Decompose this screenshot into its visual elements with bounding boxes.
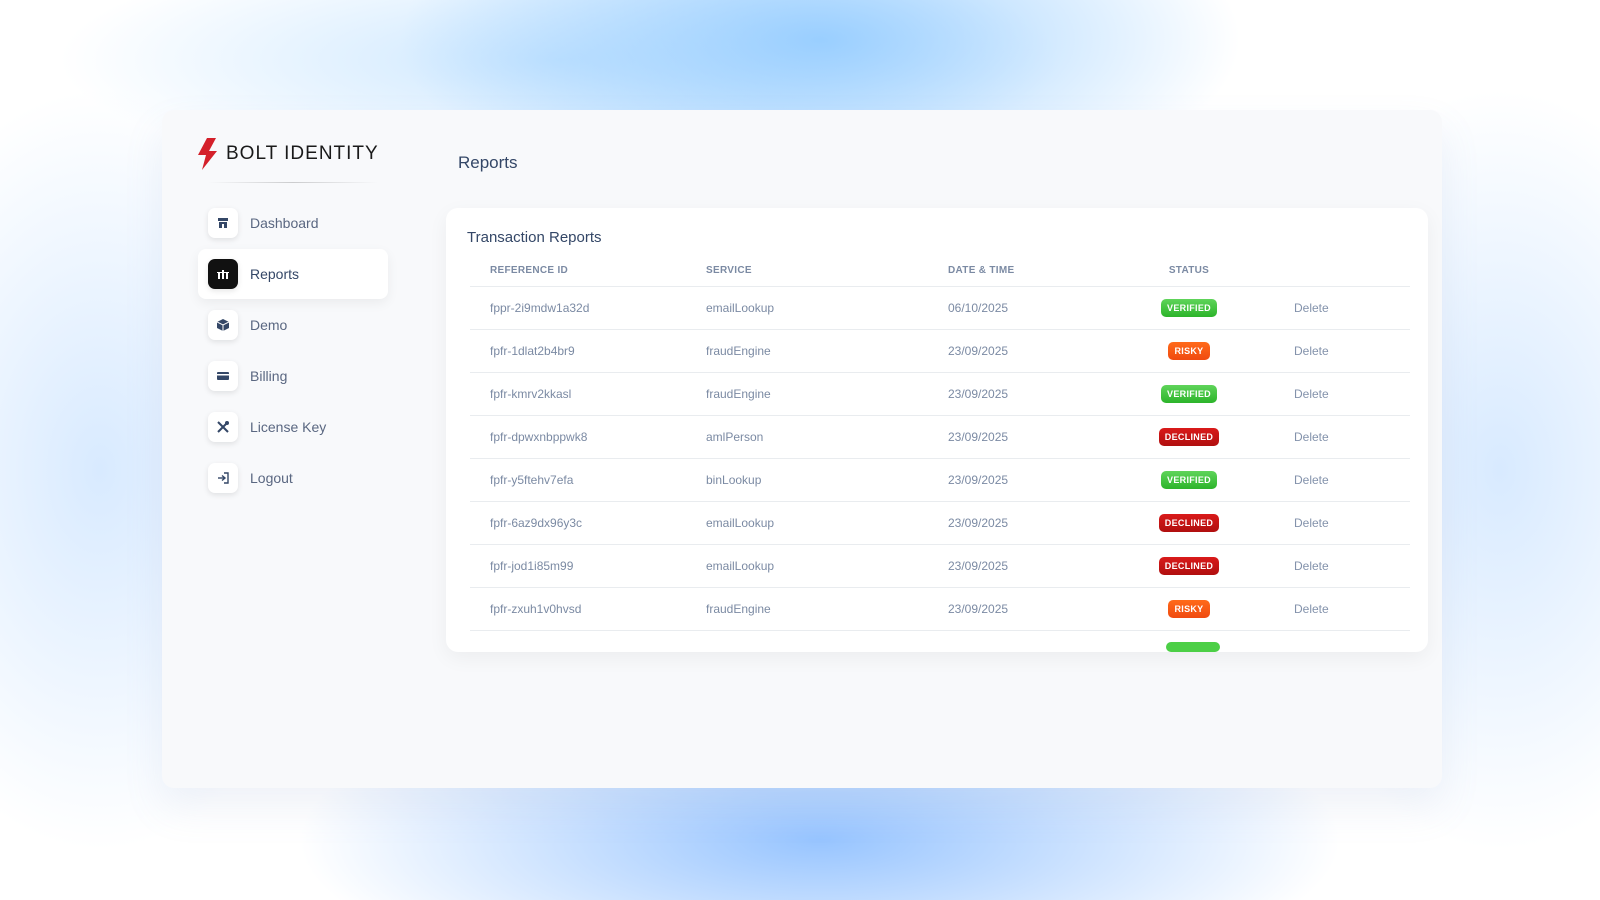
column-header-date-time: DATE & TIME [948, 256, 1124, 287]
bolt-icon [198, 138, 217, 170]
credit-card-icon [208, 361, 238, 391]
brand-logo[interactable]: BOLT IDENTITY [198, 138, 379, 170]
sidebar-item-reports[interactable]: Reports [198, 249, 388, 299]
table-row: fppr-2i9mdw1a32d emailLookup 06/10/2025 … [470, 286, 1410, 330]
reference-id: fppr-2i9mdw1a32d [470, 286, 706, 330]
sidebar-item-license-key[interactable]: License Key [198, 402, 388, 452]
service: binLookup [706, 458, 948, 502]
reference-id: fpfr-y5ftehv7efa [470, 458, 706, 502]
status-cell: VERIFIED [1124, 372, 1254, 416]
reference-id: fpfr-zxuh1v0hvsd [470, 587, 706, 631]
delete-button[interactable]: Delete [1254, 415, 1410, 459]
status-badge: DECLINED [1158, 556, 1220, 575]
date-time: 23/09/2025 [948, 544, 1124, 588]
service: fraudEngine [706, 329, 948, 373]
reports-table: REFERENCE ID SERVICE DATE & TIME STATUS … [470, 256, 1410, 631]
status-cell: DECLINED [1124, 544, 1254, 588]
status-badge: RISKY [1168, 341, 1210, 360]
sidebar-item-label: License Key [250, 419, 327, 435]
reference-id: fpfr-jod1i85m99 [470, 544, 706, 588]
sidebar-item-label: Billing [250, 368, 288, 384]
sidebar-item-billing[interactable]: Billing [198, 351, 388, 401]
table-row: fpfr-y5ftehv7efa binLookup 23/09/2025 VE… [470, 458, 1410, 502]
status-cell: DECLINED [1124, 415, 1254, 459]
brand-name: BOLT IDENTITY [226, 143, 379, 164]
table-row: fpfr-6az9dx96y3c emailLookup 23/09/2025 … [470, 501, 1410, 545]
date-time: 23/09/2025 [948, 329, 1124, 373]
status-cell: VERIFIED [1124, 286, 1254, 330]
service: emailLookup [706, 501, 948, 545]
delete-button[interactable]: Delete [1254, 501, 1410, 545]
store-icon [208, 208, 238, 238]
table-row: fpfr-dpwxnbppwk8 amlPerson 23/09/2025 DE… [470, 415, 1410, 459]
reference-id: fpfr-6az9dx96y3c [470, 501, 706, 545]
logout-icon [208, 463, 238, 493]
column-header-reference-id: REFERENCE ID [470, 256, 706, 287]
service: amlPerson [706, 415, 948, 459]
date-time: 23/09/2025 [948, 501, 1124, 545]
delete-button[interactable]: Delete [1254, 458, 1410, 502]
table-row: fpfr-jod1i85m99 emailLookup 23/09/2025 D… [470, 544, 1410, 588]
status-badge: VERIFIED [1161, 298, 1217, 317]
reference-id: fpfr-kmrv2kkasl [470, 372, 706, 416]
sidebar-nav: Dashboard Reports Demo Billing License K… [198, 198, 388, 504]
sidebar-item-label: Reports [250, 266, 300, 282]
delete-button[interactable]: Delete [1254, 587, 1410, 631]
date-time: 23/09/2025 [948, 458, 1124, 502]
status-cell: RISKY [1124, 329, 1254, 373]
service: fraudEngine [706, 372, 948, 416]
transaction-reports-card: Transaction Reports REFERENCE ID SERVICE… [446, 208, 1428, 652]
table-row: fpfr-1dlat2b4br9 fraudEngine 23/09/2025 … [470, 329, 1410, 373]
app-window: BOLT IDENTITY Dashboard Reports Demo Bil… [162, 110, 1442, 788]
column-header-status: STATUS [1124, 256, 1254, 287]
sidebar-item-demo[interactable]: Demo [198, 300, 388, 350]
sidebar-item-dashboard[interactable]: Dashboard [198, 198, 388, 248]
date-time: 06/10/2025 [948, 286, 1124, 330]
card-title: Transaction Reports [467, 229, 602, 246]
delete-button[interactable]: Delete [1254, 544, 1410, 588]
status-badge: DECLINED [1158, 427, 1220, 446]
service: emailLookup [706, 286, 948, 330]
table-row: fpfr-zxuh1v0hvsd fraudEngine 23/09/2025 … [470, 587, 1410, 631]
reference-id: fpfr-dpwxnbppwk8 [470, 415, 706, 459]
tools-icon [208, 412, 238, 442]
brand-divider [208, 182, 378, 183]
sidebar-item-label: Dashboard [250, 215, 319, 231]
status-badge-partial [1166, 642, 1220, 652]
delete-button[interactable]: Delete [1254, 372, 1410, 416]
status-cell: VERIFIED [1124, 458, 1254, 502]
status-cell: RISKY [1124, 587, 1254, 631]
status-badge: DECLINED [1158, 513, 1220, 532]
table-row: fpfr-kmrv2kkasl fraudEngine 23/09/2025 V… [470, 372, 1410, 416]
service: emailLookup [706, 544, 948, 588]
sidebar-item-label: Demo [250, 317, 288, 333]
chart-bars-icon [208, 259, 238, 289]
status-cell: DECLINED [1124, 501, 1254, 545]
reference-id: fpfr-1dlat2b4br9 [470, 329, 706, 373]
service: fraudEngine [706, 587, 948, 631]
delete-button[interactable]: Delete [1254, 329, 1410, 373]
sidebar-item-logout[interactable]: Logout [198, 453, 388, 503]
status-badge: VERIFIED [1161, 384, 1217, 403]
table-header-row: REFERENCE ID SERVICE DATE & TIME STATUS [470, 256, 1410, 287]
delete-button[interactable]: Delete [1254, 286, 1410, 330]
box-icon [208, 310, 238, 340]
page-title: Reports [458, 153, 518, 172]
status-badge: RISKY [1168, 599, 1210, 618]
date-time: 23/09/2025 [948, 415, 1124, 459]
column-header-service: SERVICE [706, 256, 948, 287]
sidebar-item-label: Logout [250, 470, 293, 486]
column-header-actions [1254, 256, 1410, 287]
status-badge: VERIFIED [1161, 470, 1217, 489]
date-time: 23/09/2025 [948, 372, 1124, 416]
date-time: 23/09/2025 [948, 587, 1124, 631]
